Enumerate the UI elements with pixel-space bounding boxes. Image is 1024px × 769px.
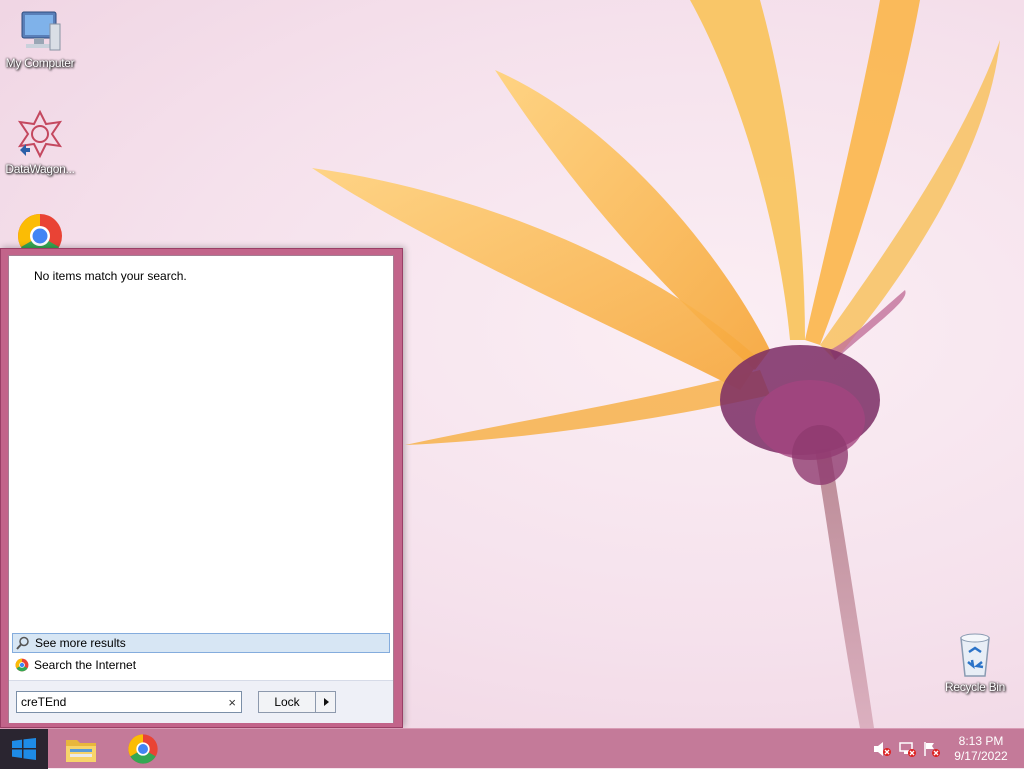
chrome-icon: [15, 658, 29, 672]
triangle-right-icon: [323, 698, 329, 706]
datawagon-icon: [17, 110, 63, 159]
desktop-icon-label: DataWagon...: [5, 162, 75, 176]
clear-search-button[interactable]: ×: [228, 695, 236, 710]
network-icon[interactable]: [898, 741, 916, 757]
windows-logo-icon: [12, 738, 36, 760]
search-results-panel: No items match your search. See more res…: [8, 255, 394, 723]
start-button[interactable]: [0, 729, 48, 769]
lock-button[interactable]: Lock: [258, 691, 316, 713]
see-more-results-label: See more results: [35, 636, 126, 650]
start-search-box[interactable]: ×: [16, 691, 242, 713]
recycle-bin-icon: [960, 633, 990, 677]
taskbar: 8:13 PM 9/17/2022: [0, 728, 1024, 769]
clock-time: 8:13 PM: [958, 734, 1004, 748]
search-internet-label: Search the Internet: [34, 658, 137, 672]
chrome-icon: [128, 734, 158, 764]
clock-date: 9/17/2022: [954, 749, 1008, 763]
power-options-arrow-button[interactable]: [315, 691, 336, 713]
lock-button-label: Lock: [274, 695, 300, 709]
start-menu-bottom-bar: × Lock: [9, 680, 393, 723]
taskbar-file-explorer[interactable]: [57, 731, 105, 767]
see-more-results-link[interactable]: See more results: [12, 633, 390, 653]
desktop-icon-label: My Computer: [5, 56, 75, 70]
action-center-flag-icon[interactable]: [922, 741, 940, 757]
computer-icon: [21, 11, 61, 51]
desktop-icon-my-computer[interactable]: My Computer: [0, 10, 80, 70]
no-results-message: No items match your search.: [34, 269, 187, 283]
start-menu: No items match your search. See more res…: [0, 248, 403, 728]
search-icon: [16, 636, 29, 650]
desktop-icon-label: Recycle Bin: [944, 680, 1006, 694]
taskbar-chrome[interactable]: [119, 731, 167, 767]
desktop-icon-datawagon[interactable]: DataWagon...: [0, 110, 80, 176]
volume-muted-icon[interactable]: [873, 741, 891, 757]
file-explorer-icon: [66, 740, 96, 762]
search-internet-link[interactable]: Search the Internet: [12, 655, 390, 675]
desktop-icon-recycle-bin[interactable]: Recycle Bin: [935, 632, 1015, 694]
system-clock[interactable]: 8:13 PM 9/17/2022: [946, 734, 1016, 764]
start-search-input[interactable]: [17, 695, 225, 709]
